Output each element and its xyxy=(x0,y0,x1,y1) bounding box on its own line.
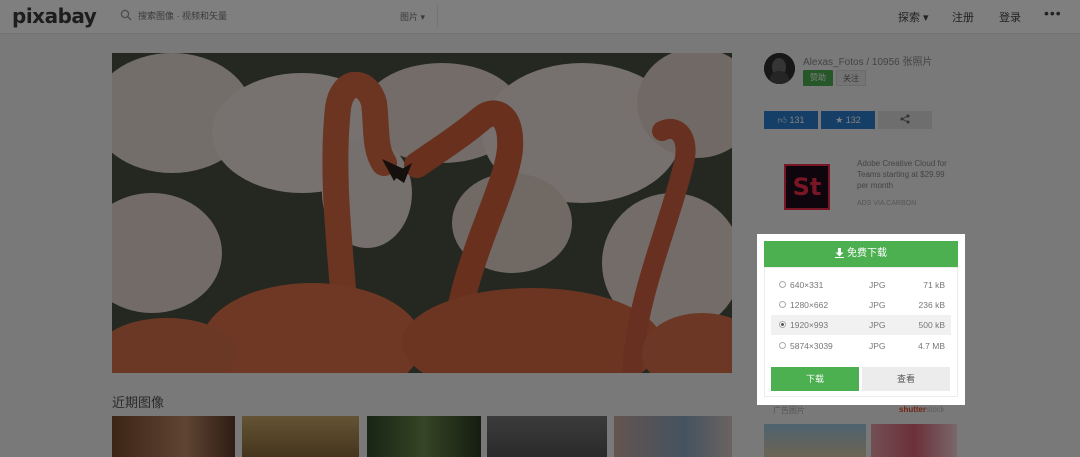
size-option[interactable]: 1280×662 JPG 236 kB xyxy=(771,295,951,315)
option-dimensions: 640×331 xyxy=(790,280,824,290)
option-filesize: 500 kB xyxy=(918,320,945,330)
radio-button[interactable] xyxy=(779,342,786,349)
size-option[interactable]: 5874×3039 JPG 4.7 MB xyxy=(771,336,951,356)
option-format: JPG xyxy=(869,341,886,351)
option-format: JPG xyxy=(869,320,886,330)
option-dimensions: 5874×3039 xyxy=(790,341,833,351)
radio-button[interactable] xyxy=(779,301,786,308)
size-option-selected[interactable]: 1920×993 JPG 500 kB xyxy=(771,315,951,335)
option-filesize: 71 kB xyxy=(923,280,945,290)
free-download-button[interactable]: 免费下载 xyxy=(764,241,958,267)
option-filesize: 236 kB xyxy=(918,300,945,310)
option-format: JPG xyxy=(869,300,886,310)
option-filesize: 4.7 MB xyxy=(918,341,945,351)
download-icon xyxy=(835,248,844,258)
download-button[interactable]: 下载 xyxy=(771,367,859,391)
view-button[interactable]: 查看 xyxy=(862,367,950,391)
option-dimensions: 1280×662 xyxy=(790,300,829,310)
download-panel: 免费下载 640×331 JPG 71 kB 1280×662 JPG 236 … xyxy=(757,234,965,405)
radio-button[interactable] xyxy=(779,281,786,288)
size-option[interactable]: 640×331 JPG 71 kB xyxy=(771,275,951,295)
option-format: JPG xyxy=(869,280,886,290)
option-dimensions: 1920×993 xyxy=(790,320,829,330)
radio-button-checked[interactable] xyxy=(779,321,786,328)
free-download-label: 免费下载 xyxy=(847,248,887,259)
